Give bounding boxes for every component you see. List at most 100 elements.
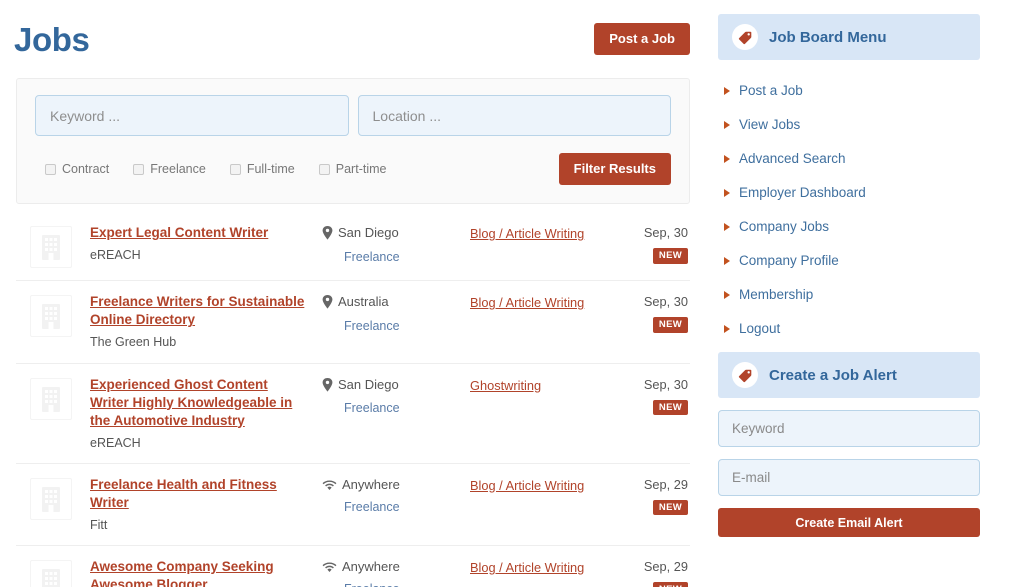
location-input[interactable]: [357, 95, 671, 136]
job-title-link[interactable]: Freelance Writers for Sustainable Online…: [90, 294, 304, 327]
wifi-icon: [322, 560, 337, 577]
checkbox-box-icon[interactable]: [133, 163, 145, 175]
status-badge: NEW: [652, 317, 688, 333]
create-job-alert-form: Create Email Alert: [718, 398, 980, 537]
job-board-page: Jobs Post a Job Contract Freelance: [0, 0, 1012, 587]
job-title-cell: Experienced Ghost Content Writer Highly …: [90, 376, 322, 451]
checkbox-full-time[interactable]: Full-time: [229, 162, 295, 176]
job-date-cell: Sep, 30 NEW: [612, 224, 690, 264]
job-type-text: Freelance: [344, 500, 400, 515]
checkbox-freelance[interactable]: Freelance: [133, 162, 206, 176]
job-title-link[interactable]: Experienced Ghost Content Writer Highly …: [90, 377, 292, 428]
checkbox-box-icon[interactable]: [45, 163, 56, 175]
checkbox-contract[interactable]: Contract: [45, 162, 109, 176]
map-pin-icon: [322, 226, 333, 244]
job-category-link[interactable]: Blog / Article Writing: [470, 478, 584, 493]
sidebar-item-label: Logout: [739, 321, 781, 337]
job-title-cell: Freelance Health and Fitness Writer Fitt: [90, 476, 322, 533]
job-company-name: Fitt: [90, 517, 108, 532]
job-title-cell: Expert Legal Content Writer eREACH: [90, 224, 322, 263]
job-category-link[interactable]: Blog / Article Writing: [470, 560, 584, 575]
sidebar-item-post-a-job[interactable]: Post a Job: [722, 74, 980, 108]
status-badge: NEW: [652, 499, 688, 516]
job-category-link[interactable]: Blog / Article Writing: [470, 226, 584, 241]
sidebar-item-view-jobs[interactable]: View Jobs: [722, 108, 980, 142]
chevron-right-icon: [724, 87, 730, 95]
job-location-cell: Anywhere Freelance: [322, 558, 470, 587]
page-header: Jobs Post a Job: [0, 0, 706, 78]
job-location: Anywhere: [322, 477, 470, 495]
job-category-cell: Blog / Article Writing: [470, 558, 612, 577]
job-title-link[interactable]: Freelance Health and Fitness Writer: [90, 477, 277, 510]
company-logo-placeholder-icon: [30, 560, 72, 587]
checkbox-label: Freelance: [150, 162, 206, 177]
job-date-cell: Sep, 29 NEW: [612, 558, 690, 587]
job-location-cell: Australia Freelance: [322, 293, 470, 334]
sidebar-item-logout[interactable]: Logout: [722, 312, 980, 346]
sidebar-item-advanced-search[interactable]: Advanced Search: [722, 142, 980, 176]
create-job-alert-header: Create a Job Alert: [718, 352, 980, 398]
widget-title: Job Board Menu: [769, 28, 887, 46]
job-row[interactable]: Awesome Company Seeking Awesome BloggerE…: [16, 546, 690, 587]
sidebar-menu-list: Post a Job View Jobs Advanced Search Employ…: [718, 60, 980, 346]
map-pin-icon: [322, 377, 333, 396]
sidebar-item-label: View Jobs: [739, 117, 801, 133]
checkbox-box-icon[interactable]: [318, 163, 330, 175]
job-location-text: Anywhere: [342, 476, 400, 492]
job-location: San Diego: [322, 225, 470, 244]
chevron-right-icon: [724, 325, 730, 333]
job-row[interactable]: Expert Legal Content Writer eREACH San Die…: [16, 212, 690, 282]
job-category-link[interactable]: Ghostwriting: [470, 378, 541, 393]
sidebar-item-label: Employer Dashboard: [739, 185, 866, 201]
job-date-cell: Sep, 30 NEW: [612, 293, 690, 333]
alert-keyword-input[interactable]: [718, 410, 980, 447]
job-company-name: eREACH: [90, 435, 141, 450]
job-location-cell: San Diego Freelance: [322, 376, 470, 417]
job-location: San Diego: [322, 377, 470, 396]
company-logo-placeholder-icon: [30, 295, 72, 338]
alert-email-input[interactable]: [718, 459, 980, 496]
sidebar-item-label: Company Profile: [739, 253, 839, 269]
job-location-text: San Diego: [338, 376, 399, 392]
job-title-cell: Freelance Writers for Sustainable Online…: [90, 293, 322, 350]
job-location-text: San Diego: [338, 225, 399, 241]
create-email-alert-button[interactable]: Create Email Alert: [718, 508, 980, 537]
job-board-menu-widget: Job Board Menu Post a Job View Jobs Advanc…: [718, 14, 980, 346]
checkbox-box-icon[interactable]: [229, 163, 241, 175]
job-title-link[interactable]: Expert Legal Content Writer: [90, 225, 268, 240]
company-logo-placeholder-icon: [30, 477, 72, 520]
job-type-checkboxes: Contract Freelance Full-time Part-time: [35, 162, 386, 176]
job-type-text: Freelance: [322, 581, 470, 587]
status-badge: NEW: [652, 248, 688, 264]
job-date-text: Sep, 30: [643, 225, 688, 241]
job-category-cell: Blog / Article Writing: [470, 224, 612, 243]
map-pin-icon: [322, 295, 333, 313]
job-location: Australia: [322, 294, 470, 313]
job-category-link[interactable]: Blog / Article Writing: [470, 295, 584, 310]
keyword-input[interactable]: [35, 95, 349, 136]
search-fields-row: [35, 95, 671, 136]
checkbox-part-time[interactable]: Part-time: [318, 162, 386, 176]
sidebar-item-company-profile[interactable]: Company Profile: [722, 244, 980, 278]
chevron-right-icon: [724, 155, 730, 163]
job-date-text: Sep, 30: [643, 376, 688, 392]
job-date-text: Sep, 29: [643, 559, 688, 575]
sidebar-item-membership[interactable]: Membership: [722, 278, 980, 312]
checkbox-label: Contract: [62, 162, 110, 177]
job-location-cell: San Diego Freelance: [322, 224, 470, 265]
job-row[interactable]: Experienced Ghost Content Writer Highly …: [16, 364, 690, 464]
sidebar-item-employer-dashboard[interactable]: Employer Dashboard: [722, 176, 980, 210]
job-row[interactable]: Freelance Writers for Sustainable Online…: [16, 281, 690, 364]
job-board-menu-header: Job Board Menu: [718, 14, 980, 60]
job-location-text: Anywhere: [342, 559, 400, 575]
job-row[interactable]: Freelance Health and Fitness Writer Fitt A…: [16, 464, 690, 547]
job-category-cell: Blog / Article Writing: [470, 293, 612, 312]
status-badge: NEW: [652, 399, 688, 416]
job-title-link[interactable]: Awesome Company Seeking Awesome Blogger: [90, 559, 274, 587]
page-title: Jobs: [14, 20, 90, 58]
filter-results-button[interactable]: Filter Results: [558, 153, 671, 186]
job-type-text: Freelance: [344, 400, 400, 415]
sidebar-item-company-jobs[interactable]: Company Jobs: [722, 210, 980, 244]
post-a-job-button[interactable]: Post a Job: [594, 22, 690, 56]
job-date-cell: Sep, 30 NEW: [612, 376, 690, 416]
